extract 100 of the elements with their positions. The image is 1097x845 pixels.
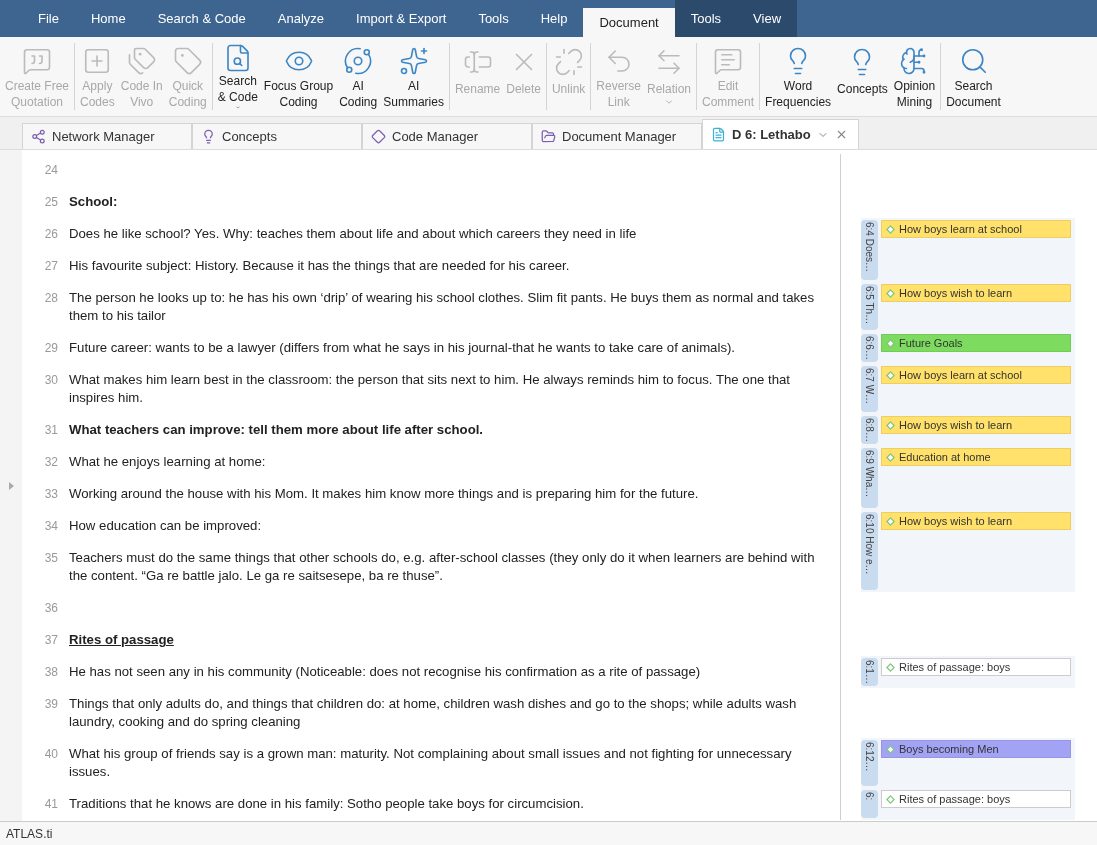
quotation-label[interactable]: 6:5 Th… (861, 284, 878, 330)
line-number: 33 (43, 486, 59, 503)
quotation-label[interactable]: 6:1… (861, 658, 878, 686)
menu-tab[interactable]: Import & Export (340, 0, 463, 37)
menu-tab[interactable]: Tools (674, 0, 738, 37)
document-text: What teachers can improve: tell them more about life after school. (69, 421, 484, 439)
tag-icon (172, 45, 203, 76)
menu-tab[interactable]: Analyze (261, 0, 341, 37)
line-number: 26 (43, 226, 59, 243)
code-tag[interactable]: How boys wish to learn (881, 284, 1071, 302)
code-tag[interactable]: Rites of passage: boys (881, 658, 1071, 676)
orbit-icon (343, 45, 374, 76)
diamond-icon (886, 288, 895, 298)
quotation-label[interactable]: 6:10 How e… (861, 512, 878, 590)
document-text: Rites of passage (69, 631, 174, 649)
unlink-icon (553, 47, 584, 77)
code-tag[interactable]: How boys learn at school (881, 220, 1071, 238)
menu-tab[interactable]: File (22, 0, 75, 37)
quotation-label[interactable]: 6:7 W… (861, 366, 878, 412)
document-text: Does he like school? Yes. Why: teaches them about life and about which careers they need in life (69, 225, 637, 243)
line-number: 32 (43, 454, 59, 471)
quotation-label[interactable]: 6:6… (861, 334, 878, 362)
editor-tab[interactable]: Concepts (192, 123, 362, 149)
menu-tab[interactable]: Document (583, 8, 675, 37)
line-number: 35 (43, 550, 59, 567)
tab-label: D 6: Lethabo (732, 127, 811, 142)
line-number: 24 (43, 162, 59, 179)
diamond-icon (886, 224, 895, 234)
status-bar: ATLAS.ti (0, 821, 1097, 845)
code-tag[interactable]: Rites of passage: boys (881, 790, 1071, 808)
document-text: What makes him learn best in the classroom: the person that sits next to him. He always reminds him to focus. The one that inspires him. (69, 371, 791, 407)
tab-label: Concepts (222, 129, 277, 144)
ribbon-button[interactable]: Word Frequencies (762, 43, 835, 110)
sparkles-icon (398, 45, 429, 76)
document-text: Teachers must do the same things that other schools do, e.g. after-school classes (they only do it when learners are behind with the content. “Ga re battle jalo. Le ga re saitsesepe, ba re thuse”. (69, 549, 816, 585)
editor-tab[interactable]: Network Manager (22, 123, 192, 149)
diamond-icon (886, 662, 895, 672)
quotation-label[interactable]: 6:9 Wha… (861, 448, 878, 508)
document-text: Things that only adults do, and things that children do: at home, children wash dishes and go to the shops; while adults wash laundry, cooking and do spring cleaning (69, 695, 798, 731)
expand-arrow-icon[interactable] (8, 481, 14, 490)
line-number: 40 (43, 746, 59, 763)
tab-label: Network Manager (52, 129, 155, 144)
network-icon (31, 129, 46, 144)
menu-tab[interactable]: View (737, 0, 798, 37)
document-text: He has not seen any in his community (Noticeable: does not recognise his confirmation as a rite of passage) (69, 663, 701, 681)
line-number: 29 (43, 340, 59, 357)
line-number: 41 (43, 796, 59, 813)
code-tag[interactable]: Education at home (881, 448, 1071, 466)
code-tag[interactable]: How boys wish to learn (881, 416, 1071, 434)
diamond-icon (886, 794, 895, 804)
diamond-icon (371, 129, 386, 144)
menu-tab[interactable]: Help (524, 0, 584, 37)
code-tag[interactable]: How boys wish to learn (881, 512, 1071, 530)
document-icon (711, 127, 726, 142)
editor-tab[interactable]: Code Manager (362, 123, 532, 149)
document-text: His favourite subject: History. Because it has the things that are needed for his career. (69, 257, 570, 275)
menu-tab[interactable]: Tools (462, 0, 525, 37)
quotation-label[interactable]: 6:8… (861, 416, 878, 444)
diamond-icon (886, 338, 895, 348)
ribbon-button[interactable]: Focus Group Coding (260, 43, 337, 110)
line-number: 30 (43, 372, 59, 389)
diamond-icon (886, 420, 895, 430)
document-text: What he enjoys learning at home: (69, 453, 266, 471)
line-number: 34 (43, 518, 59, 535)
diamond-icon (886, 370, 895, 380)
line-number: 28 (43, 290, 59, 307)
quotation-label[interactable]: 6:12… (861, 740, 878, 786)
document-text: Traditions that he knows are done in his family: Sotho people take boys for circumcision. (69, 795, 584, 813)
ribbon-button[interactable]: AI Coding (336, 43, 381, 110)
ribbon-button[interactable]: AI Summaries (380, 43, 447, 110)
code-tag[interactable]: Boys becoming Men (881, 740, 1071, 758)
diamond-icon (886, 452, 895, 462)
lightbulb-icon (201, 129, 216, 144)
ribbon-button[interactable]: Concepts (834, 43, 891, 110)
folder-icon (541, 129, 556, 144)
editor-tab[interactable]: Document Manager (532, 123, 702, 149)
line-number: 38 (43, 664, 59, 681)
quotation-label[interactable]: 6: (861, 790, 878, 818)
line-number: 37 (43, 632, 59, 649)
ribbon-button[interactable]: Opinion Mining (890, 43, 939, 110)
document-text: The person he looks up to: he has his own ‘drip’ of wearing his school clothes. Slim fit pants. He buys them as normal and takes them to his tailor (69, 289, 815, 325)
document-text: Working around the house with his Mom. It makes him know more things and is preparing him for the future. (69, 485, 699, 503)
document-text: Future career: wants to be a lawyer (differs from what he says in his journal-that he wants to take care of animals). (69, 339, 736, 357)
menu-tab[interactable]: Search & Code (141, 0, 262, 37)
editor-tab[interactable]: D 6: Lethabo (702, 119, 859, 149)
code-tag[interactable]: Future Goals (881, 334, 1071, 352)
ribbon-button[interactable]: Search Document (943, 43, 1004, 110)
line-number: 27 (43, 258, 59, 275)
quotation-label[interactable]: 6:4 Does… (861, 220, 878, 280)
line-number: 39 (43, 696, 59, 713)
document-text: What his group of friends say is a grown man: maturity. Not complaining about small issues and not fighting for unnecessary issues. (69, 745, 793, 781)
diamond-icon (886, 744, 895, 754)
document-text: School: (69, 193, 118, 211)
code-tag[interactable]: How boys learn at school (881, 366, 1071, 384)
diamond-icon (886, 516, 895, 526)
menu-tab[interactable]: Home (74, 0, 142, 37)
line-number: 25 (43, 194, 59, 211)
ribbon-button[interactable]: Search & Code (214, 43, 261, 110)
line-number: 31 (43, 422, 59, 439)
line-number: 36 (43, 600, 59, 617)
